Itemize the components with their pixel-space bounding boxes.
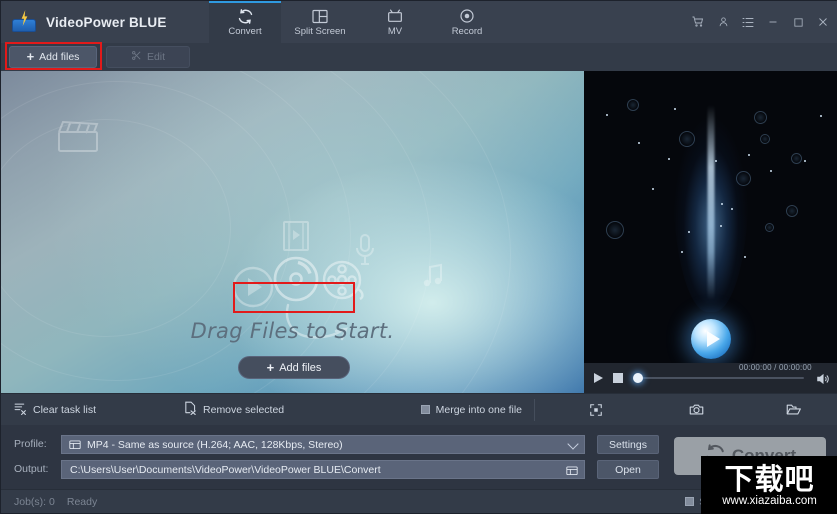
checkbox-box[interactable] [420, 405, 430, 414]
edit-button-label: Edit [146, 51, 166, 63]
plus-icon: + [266, 359, 275, 375]
close-icon[interactable] [816, 15, 830, 29]
profile-select[interactable]: MP4 - Same as source (H.264; AAC, 128Kbp… [61, 435, 585, 454]
merge-into-one-file-label: Merge into one file [435, 403, 522, 416]
app-logo: VideoPower BLUE [1, 10, 209, 34]
tab-mv[interactable]: MV [359, 1, 431, 43]
mv-tv-icon [387, 7, 403, 25]
watermark-url: www.xiazaiba.com [722, 494, 817, 507]
remove-selected-button[interactable]: Remove selected [184, 401, 284, 418]
browse-folder-icon[interactable] [566, 465, 578, 476]
open-folder-icon[interactable] [784, 401, 802, 419]
profile-label: Profile: [14, 438, 47, 450]
seek-bar[interactable] [635, 377, 804, 379]
add-files-center-button[interactable]: + Add files [238, 356, 350, 379]
tab-record[interactable]: Record [431, 1, 503, 43]
play-button[interactable] [594, 373, 603, 383]
volume-icon[interactable] [816, 372, 830, 385]
convert-refresh-icon [237, 7, 254, 25]
output-path-input[interactable]: C:\Users\User\Documents\VideoPower\Video… [61, 460, 585, 479]
add-files-button-label: Add files [39, 51, 80, 63]
edit-scissors-icon [131, 50, 142, 64]
tab-mv-label: MV [387, 26, 403, 37]
tab-convert-label: Convert [228, 26, 262, 37]
maximize-icon[interactable] [791, 15, 805, 29]
main-tabs: Convert Split Screen MV Record [209, 1, 503, 43]
light-beam-core [707, 105, 715, 300]
cart-icon[interactable] [691, 15, 705, 29]
remove-file-icon [184, 401, 197, 418]
video-preview-panel[interactable]: VIDEOPOWER [584, 71, 837, 393]
videopower-logo-icon [11, 10, 37, 34]
app-title: VideoPower BLUE [46, 14, 167, 30]
minimize-icon[interactable] [766, 15, 780, 29]
play-orb-icon [691, 319, 731, 359]
task-toolbar: Clear task list Remove selected Merge in… [1, 393, 837, 425]
clear-list-icon [14, 402, 27, 418]
user-account-icon[interactable] [716, 15, 730, 29]
player-bar: 00:00:00 / 00:00:00 [584, 363, 837, 393]
jobs-count: Job(s): 0 [14, 495, 55, 508]
add-files-button[interactable]: + Add files [9, 46, 97, 68]
clapperboard-icon [56, 119, 100, 158]
checkbox-box[interactable] [685, 497, 695, 506]
film-strip-icon [282, 220, 310, 257]
action-bar: + Add files Edit [1, 43, 837, 71]
remove-selected-label: Remove selected [203, 403, 285, 416]
playback-time: 00:00:00 / 00:00:00 [739, 363, 812, 372]
stop-button[interactable] [613, 373, 623, 383]
site-watermark: 下载吧 www.xiazaiba.com [701, 456, 837, 514]
status-text: Ready [66, 495, 98, 508]
settings-button[interactable]: Settings [597, 435, 659, 454]
menu-list-icon[interactable] [741, 15, 755, 29]
output-value: C:\Users\User\Documents\VideoPower\Video… [70, 463, 381, 476]
snapshot-camera-icon[interactable] [687, 401, 705, 419]
music-note-icon [421, 263, 445, 294]
edit-button[interactable]: Edit [106, 46, 190, 68]
output-label: Output: [14, 463, 49, 475]
toolbar-divider [534, 398, 535, 421]
profile-format-icon [69, 439, 81, 450]
clear-task-list-button[interactable]: Clear task list [14, 402, 96, 418]
merge-into-one-file-checkbox[interactable]: Merge into one file [420, 403, 522, 416]
clear-task-list-label: Clear task list [33, 403, 97, 416]
tab-record-label: Record [451, 26, 483, 37]
profile-value: MP4 - Same as source (H.264; AAC, 128Kbp… [87, 438, 343, 451]
split-screen-icon [312, 7, 328, 25]
add-files-center-label: Add files [279, 361, 322, 374]
open-button[interactable]: Open [597, 460, 659, 479]
application-window: VideoPower BLUE Convert Split Screen MV … [0, 0, 837, 514]
play-circle-icon [231, 265, 275, 314]
chevron-down-icon[interactable] [567, 438, 579, 450]
crop-frame-icon[interactable] [587, 401, 605, 419]
title-bar: VideoPower BLUE Convert Split Screen MV … [1, 1, 837, 43]
tab-split-screen-label: Split Screen [294, 26, 346, 37]
watermark-logo-text: 下载吧 [724, 461, 815, 496]
plus-icon: + [26, 49, 35, 64]
drop-area[interactable]: Drag Files to Start. + Add files [1, 71, 584, 393]
seek-handle[interactable] [633, 373, 643, 383]
tab-convert[interactable]: Convert [209, 1, 281, 43]
tab-split-screen[interactable]: Split Screen [281, 1, 359, 43]
drag-files-text: Drag Files to Start. [190, 319, 395, 343]
record-dot-icon [459, 7, 475, 25]
window-controls [691, 1, 837, 43]
